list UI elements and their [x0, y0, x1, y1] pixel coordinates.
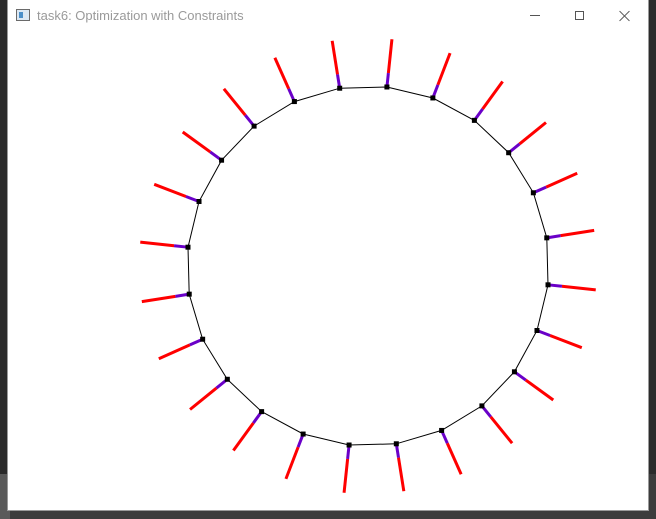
force-line-outer — [189, 386, 218, 411]
force-line-outer — [518, 121, 547, 146]
close-icon — [619, 10, 631, 22]
ring-node[interactable] — [224, 376, 230, 382]
ring-node[interactable] — [544, 235, 550, 241]
force-line-outer — [232, 422, 255, 452]
ring-node[interactable] — [196, 198, 202, 204]
ring-node[interactable] — [219, 157, 225, 163]
ring-node[interactable] — [291, 99, 297, 105]
ring-edges — [187, 86, 549, 446]
ring-node[interactable] — [259, 409, 265, 415]
ring-node[interactable] — [545, 282, 551, 288]
titlebar[interactable]: task6: Optimization with Constraints — [8, 0, 648, 31]
force-line-outer — [153, 182, 187, 198]
force-line-outer — [386, 39, 394, 74]
force-line-outer — [397, 457, 406, 492]
window-title: task6: Optimization with Constraints — [37, 8, 244, 23]
force-line-outer — [549, 334, 583, 350]
ring-node[interactable] — [506, 150, 512, 156]
ring-node[interactable] — [471, 117, 477, 123]
ring-node[interactable] — [530, 190, 536, 196]
ring-node[interactable] — [200, 336, 206, 342]
force-line-outer — [489, 415, 514, 445]
close-button[interactable] — [602, 0, 648, 31]
ring-node[interactable] — [393, 441, 399, 447]
force-line-outer — [342, 458, 350, 493]
force-line-outer — [140, 240, 175, 248]
force-line-outer — [330, 40, 339, 75]
maximize-button[interactable] — [556, 0, 602, 31]
force-line-outer — [181, 130, 212, 154]
ring-node[interactable] — [384, 84, 390, 90]
force-line-outer — [273, 57, 291, 90]
app-window: task6: Optimization with Constraints — [8, 0, 648, 510]
ring-node[interactable] — [511, 369, 517, 375]
maximize-icon — [574, 11, 584, 20]
force-line-outer — [284, 446, 300, 480]
force-line-outer — [141, 294, 176, 304]
force-line-outer — [222, 87, 247, 117]
ring-node[interactable] — [534, 328, 540, 334]
ring-node[interactable] — [439, 427, 445, 433]
simulation-canvas[interactable] — [8, 31, 648, 510]
ring-node[interactable] — [300, 431, 306, 437]
ring-node[interactable] — [251, 123, 257, 129]
force-line-outer — [561, 284, 596, 292]
minimize-icon — [530, 15, 540, 16]
force-line-outer — [445, 442, 463, 475]
ring-node[interactable] — [337, 85, 343, 91]
ring-node[interactable] — [346, 442, 352, 448]
ring-node[interactable] — [185, 244, 191, 250]
app-window-icon — [16, 9, 30, 21]
force-line-outer — [481, 80, 504, 110]
simulation-svg — [140, 39, 596, 493]
minimize-button[interactable] — [512, 0, 558, 31]
force-line-outer — [524, 378, 555, 402]
force-line-outer — [436, 52, 452, 86]
ring-node[interactable] — [479, 403, 485, 409]
force-line-outer — [560, 228, 595, 238]
ring-node[interactable] — [430, 95, 436, 101]
ring-node[interactable] — [186, 291, 192, 297]
force-line-outer — [545, 171, 578, 189]
force-line-outer — [158, 343, 191, 361]
